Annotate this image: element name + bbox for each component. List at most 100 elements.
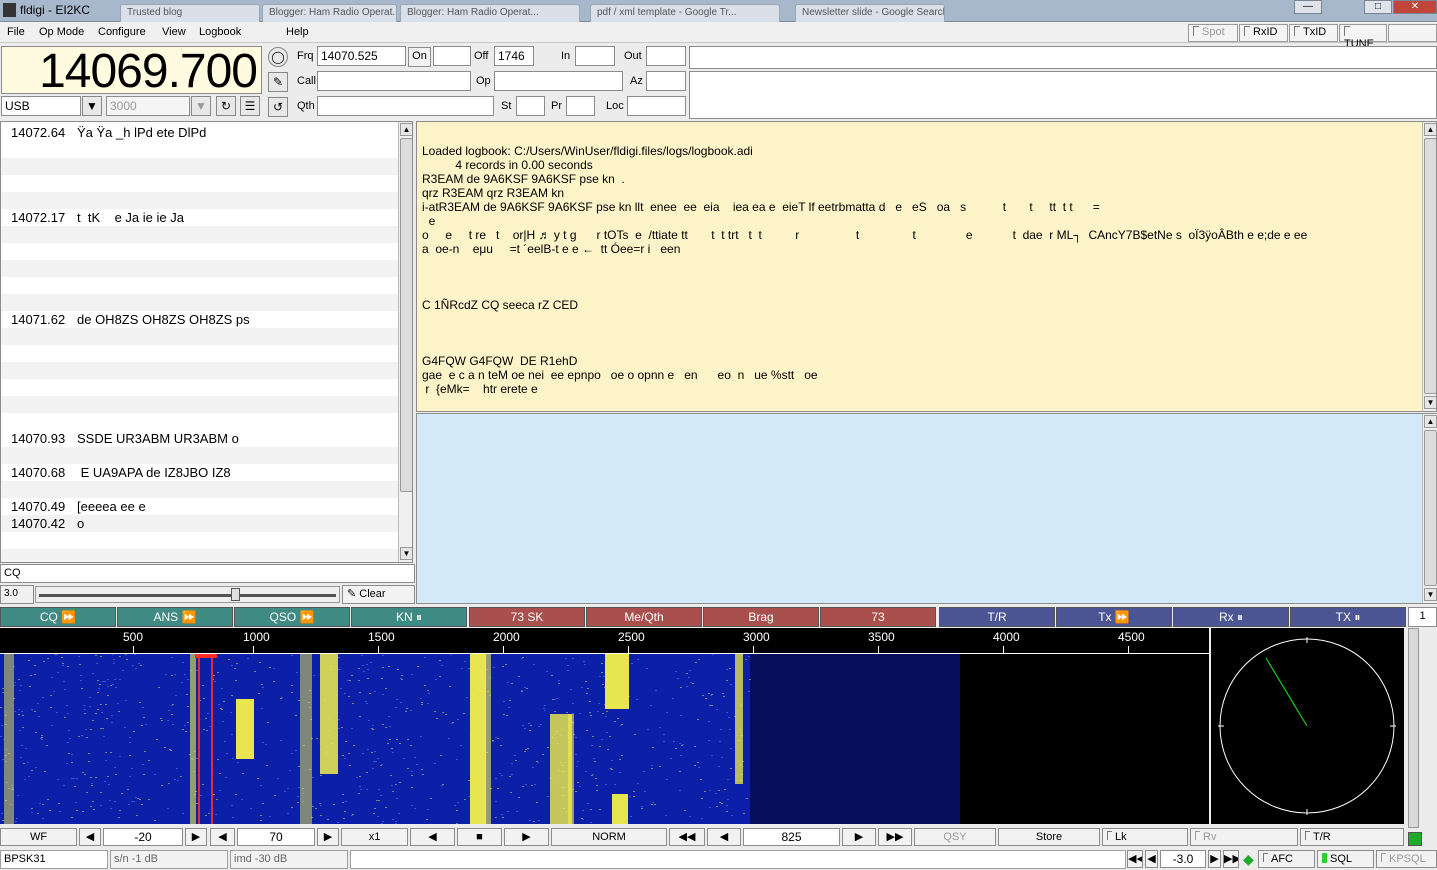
- browser-row-empty[interactable]: [1, 549, 398, 562]
- globe-icon[interactable]: ◯: [268, 47, 288, 67]
- afc-left-icon[interactable]: ◀: [1145, 850, 1158, 868]
- afc-button[interactable]: AFC: [1258, 850, 1315, 868]
- macro-set-indicator[interactable]: 1: [1408, 607, 1437, 627]
- tx-text-pane[interactable]: ▲ ▼: [416, 413, 1437, 604]
- browser-scrollbar[interactable]: ▲ ▼: [398, 122, 412, 562]
- macro-meqth-button[interactable]: Me/Qth: [586, 607, 702, 627]
- norm-button[interactable]: NORM: [551, 828, 667, 846]
- afc-fast-left-icon[interactable]: ◀◀: [1127, 850, 1143, 868]
- tune-button[interactable]: TUNE: [1339, 24, 1387, 50]
- macro-cq-button[interactable]: CQ ⏩: [0, 607, 116, 627]
- ref-down-icon[interactable]: ◀: [79, 828, 101, 846]
- menu-file[interactable]: File: [7, 26, 25, 38]
- browser-row[interactable]: 14070.42 o: [1, 515, 398, 532]
- tr-toggle-button[interactable]: T/R: [1300, 828, 1404, 846]
- pr-field[interactable]: [566, 96, 595, 116]
- st-field[interactable]: [516, 96, 545, 116]
- browser-row[interactable]: 14072.64 Ÿa Ÿa _h lPd ete DlPd: [1, 124, 398, 141]
- maximize-icon[interactable]: □: [1364, 0, 1392, 14]
- scroll-down-icon[interactable]: ▼: [1424, 396, 1436, 409]
- browser-tab-1[interactable]: Trusted blog: [120, 4, 260, 22]
- browser-tab-2[interactable]: Blogger: Ham Radio Operat...: [262, 4, 397, 22]
- notes-area[interactable]: [689, 71, 1437, 119]
- ref-level-field[interactable]: -20: [103, 828, 183, 846]
- scroll-up-icon[interactable]: ▲: [1424, 123, 1436, 136]
- mode-status[interactable]: BPSK31: [0, 850, 108, 869]
- macro-brag-button[interactable]: Brag: [703, 607, 819, 627]
- qth-field[interactable]: [317, 96, 494, 116]
- ref-up-icon[interactable]: ▶: [185, 828, 207, 846]
- on-button[interactable]: On: [408, 47, 431, 67]
- clear-button[interactable]: ✎ Clear: [342, 585, 415, 604]
- waterfall[interactable]: [0, 654, 1209, 824]
- reverse-button[interactable]: Rv: [1190, 828, 1298, 846]
- out-field[interactable]: [646, 46, 686, 66]
- browser-row[interactable]: 14070.93 SSDE UR3ABM UR3ABM o: [1, 430, 398, 447]
- browser-row[interactable]: 14070.68 E UA9APA de IZ8JBO IZ8: [1, 464, 398, 481]
- browser-row-empty[interactable]: [1, 294, 398, 311]
- az-field[interactable]: [646, 71, 686, 91]
- browser-row-empty[interactable]: [1, 362, 398, 379]
- macro-rx-button[interactable]: Rx ⏸: [1173, 607, 1289, 627]
- browser-row-empty[interactable]: [1, 260, 398, 277]
- op-field[interactable]: [494, 71, 623, 91]
- browser-row[interactable]: 14072.17 t tK e Ja ie ie Ja: [1, 209, 398, 226]
- rx-text-pane[interactable]: Loaded logbook: C:/Users/WinUser/fldigi.…: [416, 121, 1437, 412]
- in-field[interactable]: [575, 46, 615, 66]
- wf-mode-button[interactable]: WF: [0, 828, 77, 846]
- kpsql-button[interactable]: KPSQL: [1376, 850, 1437, 868]
- browser-row-empty[interactable]: [1, 396, 398, 413]
- scroll-down-icon[interactable]: ▼: [400, 547, 412, 560]
- sql-button[interactable]: SQL: [1317, 850, 1374, 868]
- browser-row-empty[interactable]: [1, 328, 398, 345]
- browser-row-empty[interactable]: [1, 447, 398, 464]
- menu-view[interactable]: View: [162, 26, 186, 38]
- step-right-icon[interactable]: ▶: [842, 828, 876, 846]
- mode-select[interactable]: USB: [1, 96, 81, 116]
- squelch-slider[interactable]: [35, 586, 340, 603]
- notes-icon[interactable]: ☰: [240, 96, 260, 116]
- menu-configure[interactable]: Configure: [98, 26, 146, 38]
- afc-right-icon[interactable]: ▶: [1208, 850, 1221, 868]
- macro-kn-button[interactable]: KN ⏸: [351, 607, 467, 627]
- macro-tr-button[interactable]: T/R: [939, 607, 1055, 627]
- log-save-icon[interactable]: ↺: [268, 97, 288, 117]
- scroll-up-icon[interactable]: ▲: [1424, 415, 1437, 428]
- scroll-thumb[interactable]: [1424, 138, 1436, 394]
- scroll-right-icon[interactable]: ▶: [504, 828, 549, 846]
- off-field[interactable]: 1746: [494, 46, 534, 66]
- browser-row[interactable]: 14070.49 [eeeea ee e: [1, 498, 398, 515]
- macro-73-button[interactable]: 73: [820, 607, 936, 627]
- frequency-scale[interactable]: 500 1000 1500 2000 2500 3000 3500 4000 4500: [0, 628, 1209, 654]
- search-input[interactable]: CQ: [0, 564, 415, 583]
- afc-offset-field[interactable]: -3.0: [1160, 850, 1206, 868]
- mode-dropdown-icon[interactable]: ▼: [82, 96, 102, 116]
- macro-ans-button[interactable]: ANS ⏩: [117, 607, 233, 627]
- fast-left-icon[interactable]: ◀◀: [669, 828, 705, 846]
- menu-op-mode[interactable]: Op Mode: [39, 26, 84, 38]
- store-button[interactable]: Store: [998, 828, 1100, 846]
- range-down-icon[interactable]: ◀: [210, 828, 235, 846]
- lock-button[interactable]: Lk: [1102, 828, 1188, 846]
- on-field[interactable]: [433, 46, 471, 66]
- tx-level-slider[interactable]: [1408, 628, 1419, 828]
- qsy-button[interactable]: QSY: [914, 828, 996, 846]
- notes-field[interactable]: [689, 46, 1437, 69]
- bandwidth-select[interactable]: 3000: [106, 96, 190, 116]
- step-left-icon[interactable]: ◀: [707, 828, 741, 846]
- tx-scrollbar[interactable]: ▲ ▼: [1422, 414, 1437, 603]
- slider-handle[interactable]: [231, 588, 240, 601]
- browser-tab-3[interactable]: Blogger: Ham Radio Operat...: [400, 4, 580, 22]
- close-icon[interactable]: ✕: [1393, 0, 1437, 14]
- macro-73sk-button[interactable]: 73 SK: [469, 607, 585, 627]
- rxid-button[interactable]: RxID: [1239, 24, 1288, 42]
- spot-button[interactable]: Spot: [1188, 24, 1238, 42]
- zoom-button[interactable]: x1: [341, 828, 408, 846]
- menu-logbook[interactable]: Logbook: [199, 26, 241, 38]
- pause-icon[interactable]: ■: [457, 828, 502, 846]
- macro-tx-pause-button[interactable]: TX ⏸: [1290, 607, 1406, 627]
- afc-fast-right-icon[interactable]: ▶▶: [1223, 850, 1239, 868]
- broom-icon[interactable]: ✎: [268, 72, 288, 92]
- call-field[interactable]: [317, 71, 471, 91]
- browser-row-empty[interactable]: [1, 158, 398, 175]
